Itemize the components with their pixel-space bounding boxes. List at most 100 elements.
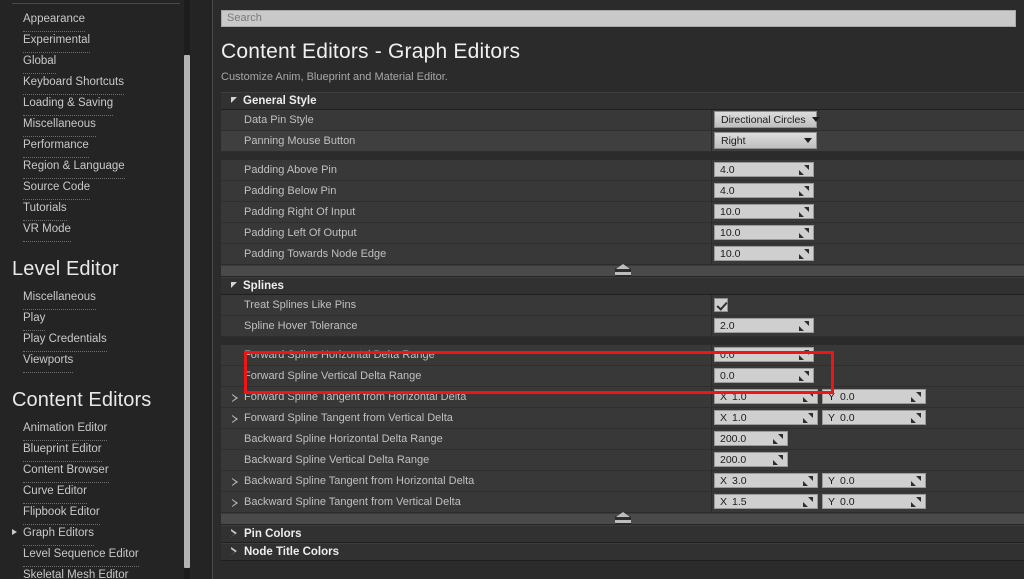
- table-row[interactable]: Padding Below Pin 4.0: [221, 180, 1024, 202]
- padding-above-pin-input[interactable]: 4.0: [714, 162, 814, 177]
- backward-tangent-vertical-x-input[interactable]: X 1.5: [714, 494, 818, 509]
- drag-spinner-icon[interactable]: [799, 165, 809, 175]
- section-header-pin-colors[interactable]: Pin Colors: [221, 524, 1024, 543]
- drag-spinner-icon[interactable]: [803, 413, 813, 423]
- drag-spinner-icon[interactable]: [799, 228, 809, 238]
- table-row[interactable]: Treat Splines Like Pins: [221, 294, 1024, 316]
- table-row[interactable]: Backward Spline Vertical Delta Range 200…: [221, 449, 1024, 471]
- sidebar-item-flipbook-editor[interactable]: Flipbook Editor: [23, 504, 100, 525]
- property-value: 10.0: [711, 204, 814, 219]
- sidebar-item-graph-editors[interactable]: Graph Editors: [12, 525, 94, 546]
- property-value: Right: [711, 132, 817, 149]
- drag-spinner-icon[interactable]: [799, 249, 809, 259]
- table-row[interactable]: Backward Spline Horizontal Delta Range 2…: [221, 428, 1024, 450]
- forward-tangent-horizontal-x-input[interactable]: X 1.0: [714, 389, 818, 404]
- drag-spinner-icon[interactable]: [803, 392, 813, 402]
- backward-tangent-vertical-y-input[interactable]: Y 0.0: [822, 494, 926, 509]
- general-style-collapse-handle[interactable]: [221, 263, 1024, 277]
- sidebar-item-appearance[interactable]: Appearance: [23, 11, 86, 32]
- expand-triangle-icon[interactable]: [232, 414, 239, 424]
- column-divider: [711, 180, 712, 201]
- treat-splines-like-pins-checkbox[interactable]: [714, 297, 728, 312]
- backward-tangent-horizontal-x-input[interactable]: X 3.0: [714, 473, 818, 488]
- sidebar-scrollbar-thumb[interactable]: [184, 55, 190, 568]
- backward-tangent-horizontal-y-input[interactable]: Y 0.0: [822, 473, 926, 488]
- sidebar-item-content-browser[interactable]: Content Browser: [23, 462, 109, 483]
- expand-triangle-icon[interactable]: [232, 393, 239, 403]
- forward-tangent-vertical-y-input[interactable]: Y 0.0: [822, 410, 926, 425]
- forward-tangent-horizontal-y-input[interactable]: Y 0.0: [822, 389, 926, 404]
- table-row[interactable]: Padding Right Of Input 10.0: [221, 201, 1024, 223]
- sidebar-item-performance[interactable]: Performance: [23, 137, 89, 158]
- sidebar-item-animation-editor[interactable]: Animation Editor: [23, 420, 108, 441]
- sidebar-item-level-miscellaneous[interactable]: Miscellaneous: [23, 289, 96, 310]
- drag-spinner-icon[interactable]: [911, 497, 921, 507]
- table-row[interactable]: Spline Hover Tolerance 2.0: [221, 315, 1024, 337]
- property-table: General Style Data Pin Style Directional…: [221, 91, 1024, 561]
- sidebar-item-curve-editor[interactable]: Curve Editor: [23, 483, 87, 504]
- drag-spinner-icon[interactable]: [799, 350, 809, 360]
- drag-spinner-icon[interactable]: [773, 434, 783, 444]
- table-row[interactable]: Backward Spline Tangent from Vertical De…: [221, 491, 1024, 513]
- drag-spinner-icon[interactable]: [911, 392, 921, 402]
- expand-triangle-icon[interactable]: [232, 477, 239, 487]
- table-row[interactable]: Forward Spline Vertical Delta Range 0.0: [221, 365, 1024, 387]
- backward-spline-vertical-delta-range-input[interactable]: 200.0: [714, 452, 788, 467]
- field-value: 0.0: [840, 474, 855, 487]
- sidebar-item-blueprint-editor[interactable]: Blueprint Editor: [23, 441, 102, 462]
- field-value: 200.0: [720, 453, 747, 466]
- data-pin-style-dropdown[interactable]: Directional Circles: [714, 111, 820, 128]
- forward-tangent-vertical-x-input[interactable]: X 1.0: [714, 410, 818, 425]
- sidebar-item-loading-and-saving[interactable]: Loading & Saving: [23, 95, 114, 116]
- drag-spinner-icon[interactable]: [799, 371, 809, 381]
- table-row[interactable]: Padding Left Of Output 10.0: [221, 222, 1024, 244]
- sidebar-item-play-credentials[interactable]: Play Credentials: [23, 331, 107, 352]
- sidebar-item-global[interactable]: Global: [23, 53, 57, 74]
- table-row[interactable]: Forward Spline Horizontal Delta Range 0.…: [221, 344, 1024, 366]
- section-header-node-title-colors[interactable]: Node Title Colors: [221, 542, 1024, 561]
- sidebar-item-skeletal-mesh-editor[interactable]: Skeletal Mesh Editor: [23, 567, 128, 579]
- padding-below-pin-input[interactable]: 4.0: [714, 183, 814, 198]
- splines-collapse-handle[interactable]: [221, 511, 1024, 525]
- table-row[interactable]: Backward Spline Tangent from Horizontal …: [221, 470, 1024, 492]
- sidebar-item-play[interactable]: Play: [23, 310, 46, 331]
- panning-mouse-button-dropdown[interactable]: Right: [714, 132, 817, 149]
- column-divider: [711, 159, 712, 180]
- table-row[interactable]: Forward Spline Tangent from Vertical Del…: [221, 407, 1024, 429]
- sidebar-item-viewports[interactable]: Viewports: [23, 352, 74, 373]
- drag-spinner-icon[interactable]: [799, 186, 809, 196]
- drag-spinner-icon[interactable]: [799, 207, 809, 217]
- backward-spline-horizontal-delta-range-input[interactable]: 200.0: [714, 431, 788, 446]
- forward-spline-vertical-delta-range-input[interactable]: 0.0: [714, 368, 814, 383]
- search-input[interactable]: [221, 9, 1016, 27]
- sidebar-item-keyboard-shortcuts[interactable]: Keyboard Shortcuts: [23, 74, 125, 95]
- table-row[interactable]: Forward Spline Tangent from Horizontal D…: [221, 386, 1024, 408]
- drag-spinner-icon[interactable]: [799, 321, 809, 331]
- expand-triangle-icon[interactable]: [232, 498, 239, 508]
- section-header-general-style[interactable]: General Style: [221, 91, 1024, 110]
- sidebar-item-region-and-language[interactable]: Region & Language: [23, 158, 125, 179]
- drag-spinner-icon[interactable]: [911, 476, 921, 486]
- sidebar-item-source-code[interactable]: Source Code: [23, 179, 91, 200]
- forward-spline-horizontal-delta-range-input[interactable]: 0.0: [714, 347, 814, 362]
- drag-spinner-icon[interactable]: [803, 476, 813, 486]
- property-value: X 1.0 Y 0.0: [711, 410, 926, 425]
- sidebar-item-tutorials[interactable]: Tutorials: [23, 200, 67, 221]
- padding-towards-node-edge-input[interactable]: 10.0: [714, 246, 814, 261]
- drag-spinner-icon[interactable]: [803, 497, 813, 507]
- sidebar-item-label: Graph Editors: [23, 527, 94, 539]
- table-row[interactable]: Padding Towards Node Edge 10.0: [221, 243, 1024, 265]
- sidebar-item-experimental[interactable]: Experimental: [23, 32, 91, 53]
- sidebar-item-vr-mode[interactable]: VR Mode: [23, 221, 71, 242]
- sidebar-item-level-sequence-editor[interactable]: Level Sequence Editor: [23, 546, 139, 567]
- table-row[interactable]: Data Pin Style Directional Circles: [221, 109, 1024, 131]
- drag-spinner-icon[interactable]: [911, 413, 921, 423]
- table-row[interactable]: Padding Above Pin 4.0: [221, 159, 1024, 181]
- sidebar-item-miscellaneous[interactable]: Miscellaneous: [23, 116, 96, 137]
- padding-left-of-output-input[interactable]: 10.0: [714, 225, 814, 240]
- padding-right-of-input-input[interactable]: 10.0: [714, 204, 814, 219]
- section-header-splines[interactable]: Splines: [221, 276, 1024, 295]
- drag-spinner-icon[interactable]: [773, 455, 783, 465]
- table-row[interactable]: Panning Mouse Button Right: [221, 130, 1024, 152]
- spline-hover-tolerance-input[interactable]: 2.0: [714, 318, 814, 333]
